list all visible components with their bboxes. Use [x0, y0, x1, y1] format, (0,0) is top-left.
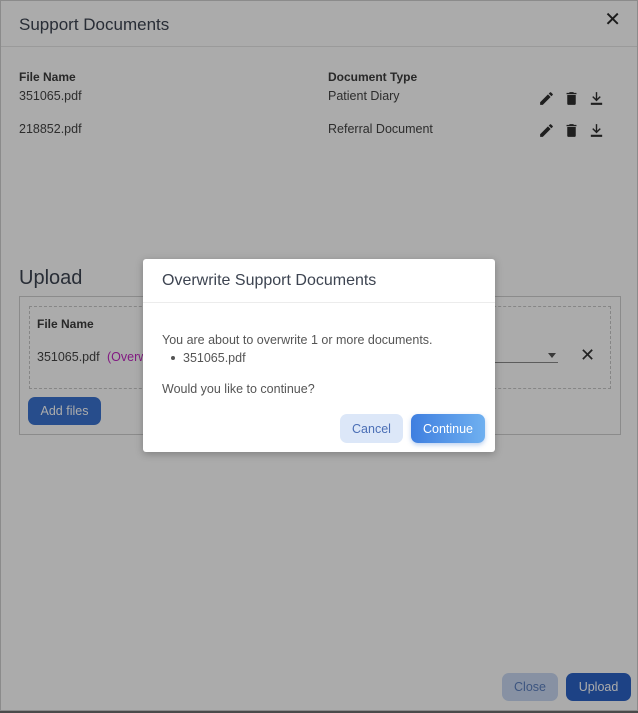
modal-message: You are about to overwrite 1 or more doc… — [162, 333, 433, 347]
cancel-button[interactable]: Cancel — [340, 414, 403, 443]
modal-question: Would you like to continue? — [162, 382, 315, 396]
modal-header: Overwrite Support Documents — [143, 259, 495, 303]
list-item: 351065.pdf — [171, 351, 246, 365]
modal-title: Overwrite Support Documents — [162, 272, 377, 289]
continue-button[interactable]: Continue — [411, 414, 485, 443]
overwrite-confirm-modal: Overwrite Support Documents You are abou… — [143, 259, 495, 452]
overwrite-file-list: 351065.pdf — [171, 351, 246, 365]
